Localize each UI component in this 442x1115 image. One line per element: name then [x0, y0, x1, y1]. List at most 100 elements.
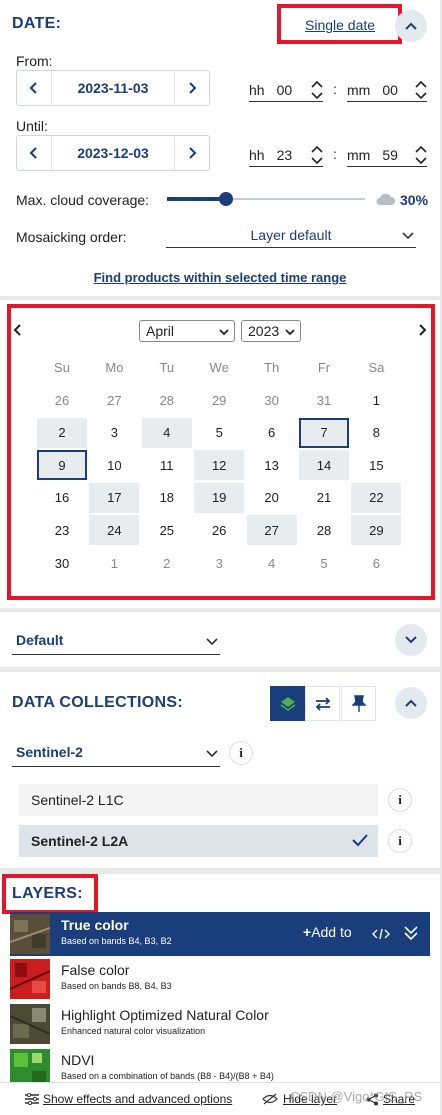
layer-item-false-color[interactable]: False color Based on bands B8, B4, B3 — [10, 957, 430, 1001]
collection-option-l1c[interactable]: Sentinel-2 L1C — [19, 784, 378, 816]
prev-day-button[interactable] — [17, 136, 51, 170]
calendar-day[interactable]: 17 — [89, 482, 140, 513]
next-month-icon[interactable] — [417, 324, 427, 336]
prev-day-button[interactable] — [17, 71, 51, 105]
from-hour-value[interactable]: 00 — [277, 82, 293, 98]
single-date-link[interactable]: Single date — [305, 17, 375, 33]
theme-select[interactable]: Default — [12, 629, 220, 655]
calendar-day[interactable]: 8 — [351, 418, 401, 448]
l2a-info-button[interactable]: i — [388, 829, 412, 853]
code-icon[interactable] — [372, 927, 390, 941]
add-to-button[interactable]: +Add to — [303, 924, 352, 940]
layer-title: False color — [61, 962, 130, 978]
expand-theme-button[interactable] — [395, 624, 427, 656]
calendar-day[interactable]: 13 — [247, 450, 297, 480]
show-effects-link[interactable]: Show effects and advanced options — [43, 1092, 232, 1106]
theme-panel: Default — [0, 612, 440, 667]
calendar-day[interactable]: 1 — [89, 548, 139, 578]
layers-tool-button[interactable] — [270, 686, 305, 721]
collection-option-l2a[interactable]: Sentinel-2 L2A — [19, 825, 378, 857]
weekday-label: Mo — [105, 359, 124, 375]
calendar-day[interactable]: 20 — [247, 483, 297, 513]
chevron-down-icon — [402, 232, 414, 240]
calendar-day[interactable]: 25 — [142, 515, 192, 545]
calendar-day[interactable]: 4 — [247, 548, 297, 578]
calendar-day[interactable]: 30 — [37, 548, 87, 578]
calendar-day[interactable]: 26 — [37, 385, 87, 415]
calendar-day[interactable]: 10 — [89, 450, 139, 480]
mosaicking-select[interactable]: Layer default — [166, 226, 416, 248]
calendar-day[interactable]: 3 — [89, 418, 139, 448]
calendar-day[interactable]: 14 — [299, 450, 349, 481]
from-date-picker[interactable]: 2023-11-03 — [16, 70, 210, 106]
calendar-day[interactable]: 12 — [194, 450, 245, 481]
spinner-icon[interactable] — [415, 78, 427, 102]
calendar-day[interactable]: 5 — [194, 418, 244, 448]
calendar-day[interactable]: 2 — [37, 417, 87, 448]
calendar-day[interactable]: 29 — [351, 515, 402, 546]
hh-label: hh — [249, 81, 265, 98]
calendar-day[interactable]: 3 — [194, 548, 244, 578]
until-date-picker[interactable]: 2023-12-03 — [16, 135, 210, 171]
time-colon: : — [333, 146, 337, 162]
slider-fill — [167, 197, 227, 201]
calendar-day[interactable]: 23 — [37, 515, 87, 545]
calendar-day[interactable]: 6 — [351, 548, 401, 578]
from-date-value[interactable]: 2023-11-03 — [51, 71, 175, 105]
calendar-day[interactable]: 18 — [142, 483, 192, 513]
calendar-day[interactable]: 28 — [299, 515, 349, 545]
next-day-button[interactable] — [175, 71, 209, 105]
calendar-day[interactable]: 26 — [194, 515, 244, 545]
until-hour-value[interactable]: 23 — [277, 147, 293, 163]
month-select[interactable]: April — [139, 320, 235, 342]
collection-select[interactable]: Sentinel-2 — [12, 741, 220, 767]
from-hour-field[interactable]: hh 00 — [249, 78, 323, 102]
date-panel: DATE: Single date From: 2023-11-03 hh 00… — [0, 0, 440, 296]
collapse-collections-button[interactable] — [395, 687, 427, 719]
year-select[interactable]: 2023 — [241, 320, 301, 342]
calendar-day[interactable]: 28 — [142, 385, 192, 415]
slider-thumb[interactable] — [219, 192, 234, 206]
until-minute-value[interactable]: 59 — [382, 147, 398, 163]
calendar-day[interactable]: 27 — [89, 385, 139, 415]
layer-item-true-color[interactable]: True color Based on bands B4, B3, B2 +Ad… — [10, 912, 430, 956]
calendar-day[interactable]: 1 — [351, 385, 401, 415]
cloud-slider[interactable] — [167, 192, 365, 206]
until-date-value[interactable]: 2023-12-03 — [51, 136, 175, 170]
calendar-day[interactable]: 21 — [299, 483, 349, 513]
spinner-icon[interactable] — [311, 78, 323, 102]
calendar-day[interactable]: 4 — [141, 417, 192, 448]
calendar-day[interactable]: 16 — [37, 483, 87, 513]
until-hour-field[interactable]: hh 23 — [249, 143, 323, 167]
calendar-day[interactable]: 7 — [299, 417, 349, 448]
calendar-day[interactable]: 30 — [247, 385, 297, 415]
calendar-day[interactable]: 9 — [37, 450, 87, 481]
calendar-day[interactable]: 11 — [142, 450, 192, 480]
spinner-icon[interactable] — [311, 143, 323, 167]
collection-info-button[interactable]: i — [229, 741, 253, 765]
collapse-date-button[interactable] — [395, 10, 427, 42]
double-chevron-down-icon[interactable] — [404, 925, 418, 941]
l1c-info-button[interactable]: i — [388, 788, 412, 812]
compare-tool-button[interactable] — [305, 686, 340, 721]
from-minute-value[interactable]: 00 — [382, 82, 398, 98]
find-products-link[interactable]: Find products within selected time range — [0, 270, 440, 285]
calendar-day[interactable]: 27 — [246, 515, 297, 546]
spinner-icon[interactable] — [415, 143, 427, 167]
next-day-button[interactable] — [175, 136, 209, 170]
calendar-day[interactable]: 5 — [299, 548, 349, 578]
calendar-day[interactable]: 19 — [194, 482, 245, 513]
prev-month-icon[interactable] — [13, 324, 23, 336]
calendar-day[interactable]: 15 — [351, 450, 401, 480]
pin-tool-button[interactable] — [341, 686, 376, 721]
until-minute-field[interactable]: mm 59 — [347, 143, 427, 167]
calendar-day[interactable]: 29 — [194, 385, 244, 415]
layer-item-highlight-optimized[interactable]: Highlight Optimized Natural Color Enhanc… — [10, 1002, 430, 1046]
calendar-day[interactable]: 2 — [142, 548, 192, 578]
weekday-label: Su — [54, 359, 70, 375]
calendar-day[interactable]: 31 — [299, 385, 349, 415]
from-minute-field[interactable]: mm 00 — [347, 78, 427, 102]
calendar-day[interactable]: 6 — [247, 418, 297, 448]
calendar-day[interactable]: 22 — [351, 482, 402, 513]
calendar-day[interactable]: 24 — [89, 515, 140, 546]
